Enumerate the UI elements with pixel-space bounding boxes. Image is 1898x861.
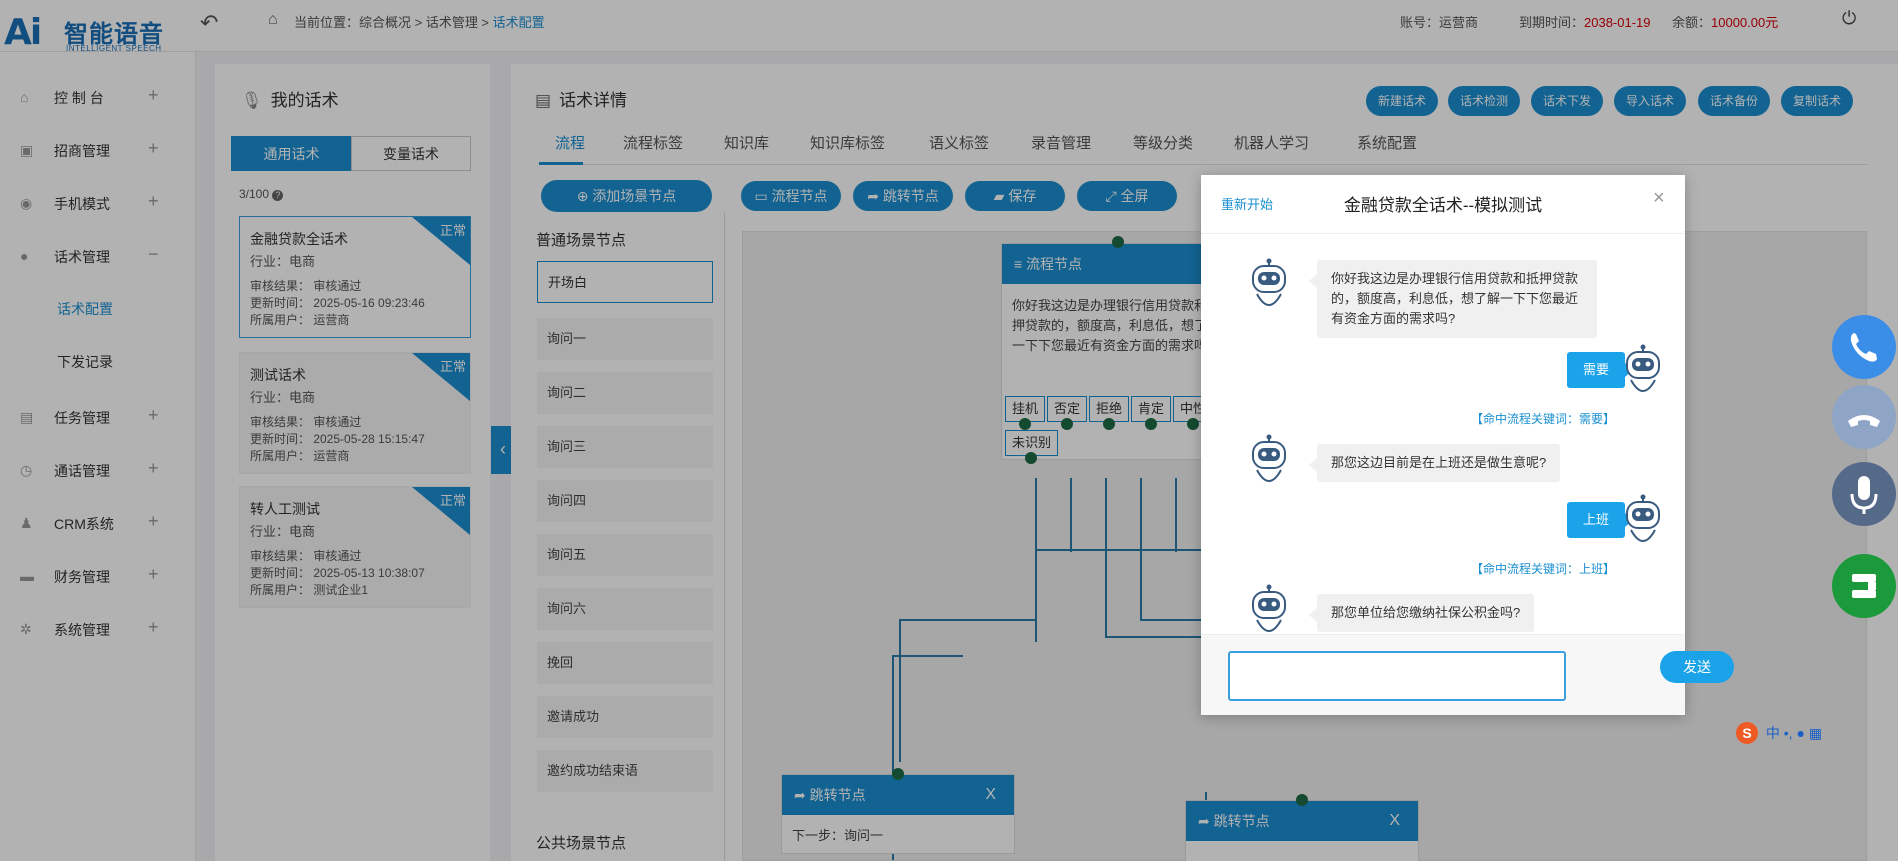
robot-avatar-icon xyxy=(1252,434,1286,482)
phone-icon xyxy=(1850,333,1877,362)
call-button[interactable] xyxy=(1832,315,1896,379)
user-message: 需要 xyxy=(1567,352,1634,388)
bot-message: 那您这边目前是在上班还是做生意呢? xyxy=(1308,444,1561,482)
voice-button[interactable] xyxy=(1832,462,1896,526)
punctuation-icon[interactable]: •, xyxy=(1784,725,1793,741)
user-message: 上班 xyxy=(1567,502,1634,538)
ime-mode[interactable]: 中 xyxy=(1766,725,1780,741)
sogou-logo-icon: S xyxy=(1736,722,1758,744)
hangup-button[interactable] xyxy=(1832,385,1896,449)
dialog-title: 金融贷款全话术--模拟测试 xyxy=(1343,196,1543,215)
bot-message: 你好我这边是办理银行信用贷款和抵押贷款的，额度高，利息低，想了解一下下您最近有资… xyxy=(1309,260,1597,338)
transfer-icon xyxy=(1852,574,1876,598)
ime-toolbar[interactable]: S 中 •, ● ▦ xyxy=(1736,722,1898,752)
robot-avatar-icon xyxy=(1252,584,1286,632)
hangup-phone-icon xyxy=(1848,415,1880,427)
microphone-icon xyxy=(1850,476,1878,514)
transfer-button[interactable] xyxy=(1832,554,1896,618)
keyboard-icon[interactable]: ▦ xyxy=(1809,725,1822,741)
user-avatar-icon xyxy=(1626,494,1660,542)
close-icon[interactable]: × xyxy=(1653,187,1665,210)
simulation-test-dialog: 重新开始 金融贷款全话术--模拟测试 × 你好我这边是办理银行信用贷款和抵押贷款… xyxy=(1201,175,1734,715)
chat-area[interactable]: 你好我这边是办理银行信用贷款和抵押贷款的，额度高，利息低，想了解一下下您最近有资… xyxy=(1201,234,1685,634)
mic-icon[interactable]: ● xyxy=(1796,725,1804,741)
bot-message: 那您单位给您缴纳社保公积金吗? xyxy=(1308,594,1535,632)
chat-input[interactable] xyxy=(1228,651,1566,701)
hit-keyword-note: 【命中流程关键词：需要】 xyxy=(1471,412,1616,426)
send-button[interactable]: 发送 xyxy=(1660,651,1734,683)
robot-avatar-icon xyxy=(1252,258,1286,306)
hit-keyword-note: 【命中流程关键词：上班】 xyxy=(1471,562,1616,576)
user-avatar-icon xyxy=(1626,344,1660,392)
